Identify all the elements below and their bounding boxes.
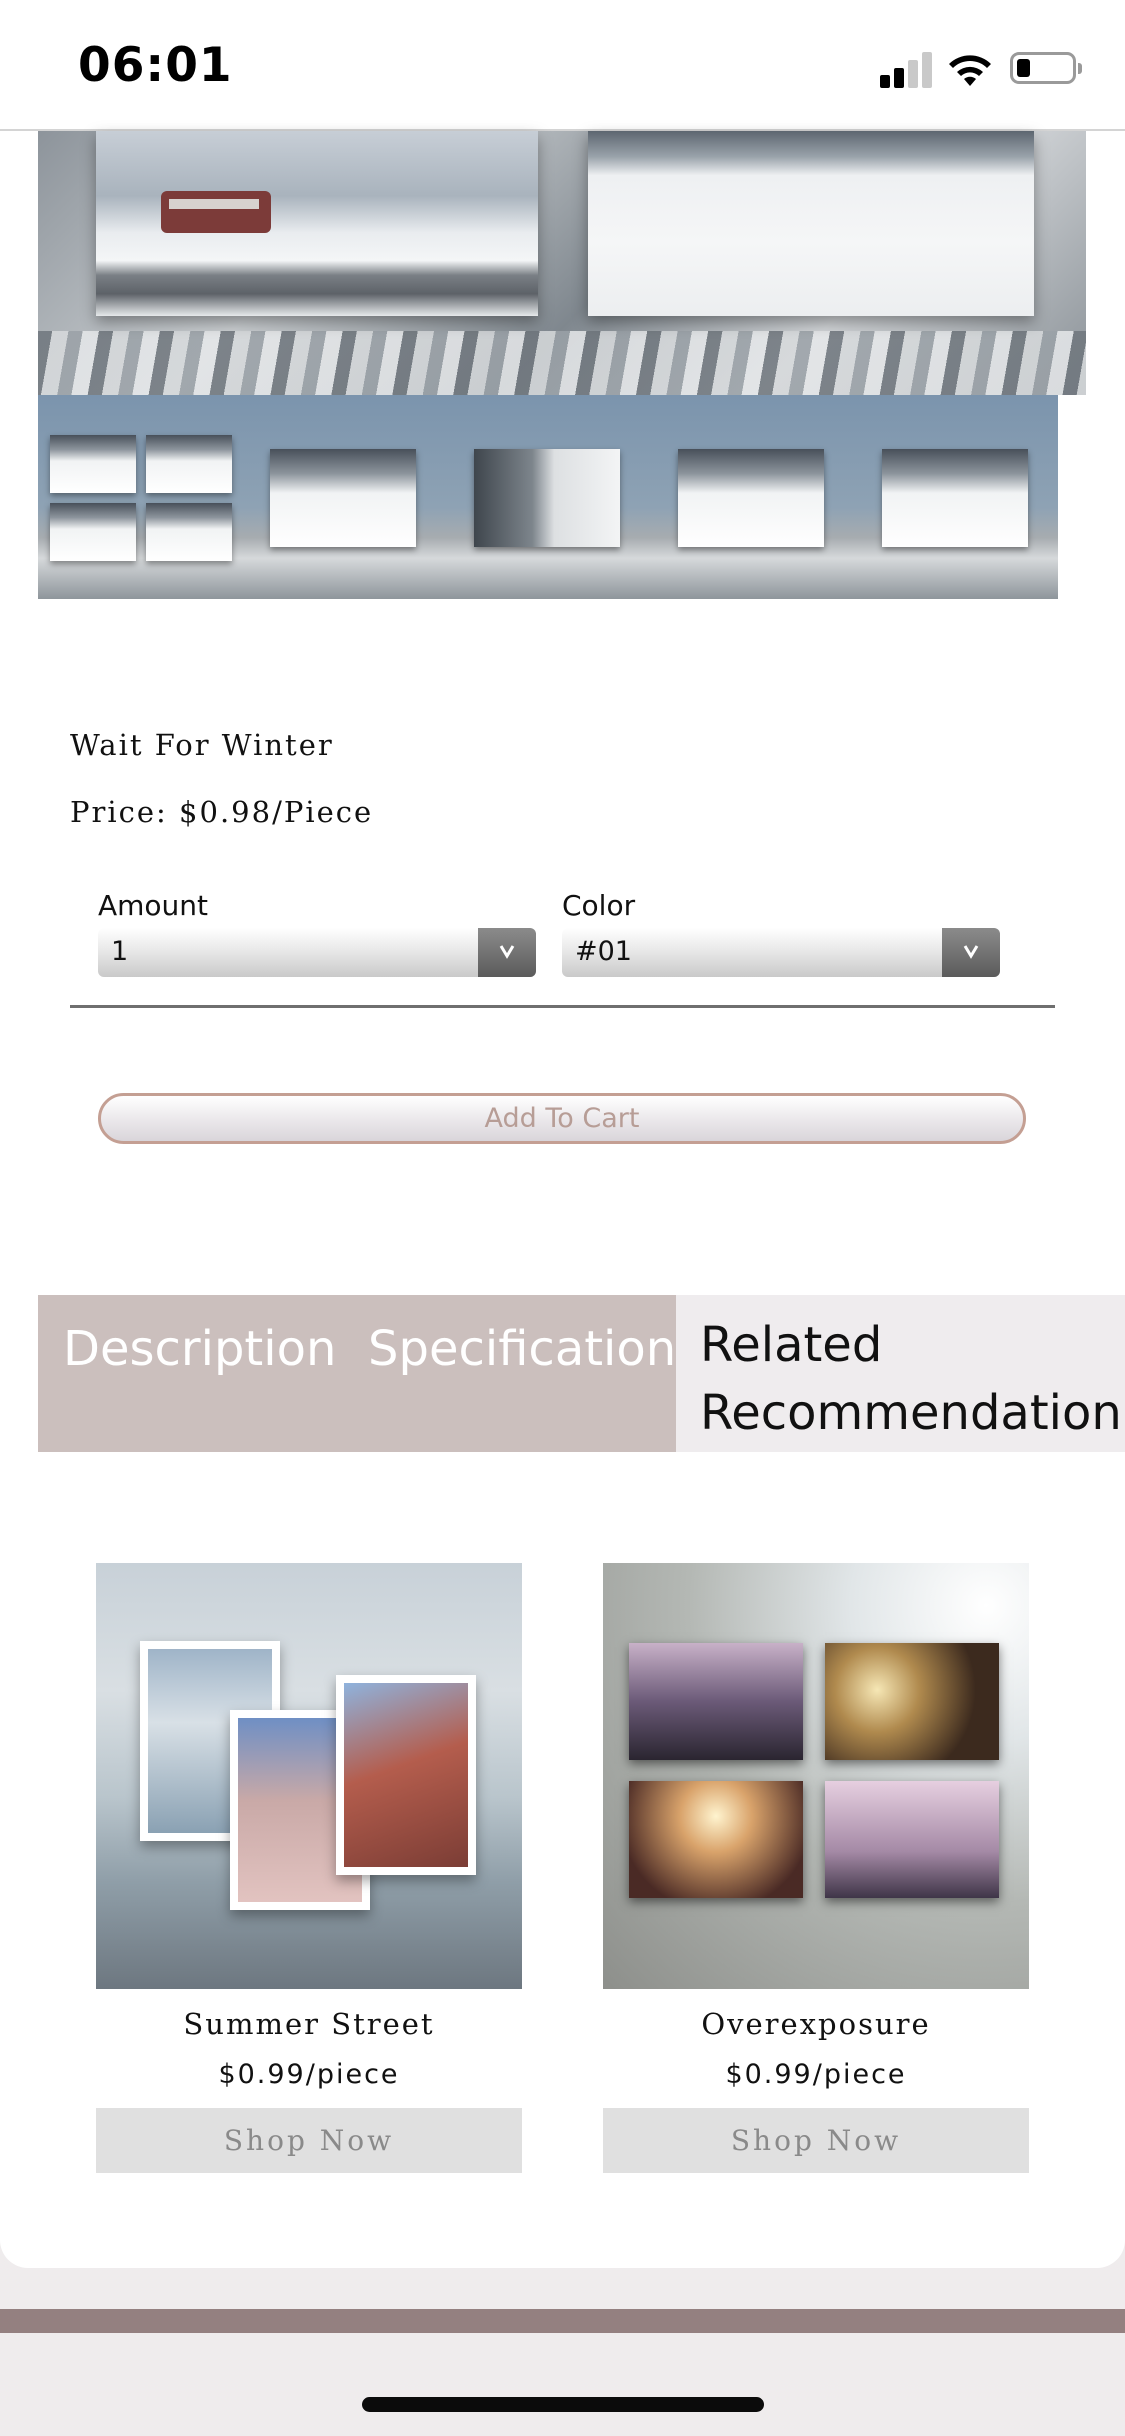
hero-photo-snowfield [588, 131, 1034, 316]
amount-value: 1 [111, 936, 129, 967]
hero-photo-train [96, 131, 538, 316]
product-image[interactable] [603, 1563, 1029, 1989]
product-name: Overexposure [701, 2007, 931, 2041]
thumbnail-3[interactable] [446, 395, 650, 599]
chevron-down-icon[interactable] [478, 928, 536, 977]
detail-tabs: Description Specification Related Recomm… [38, 1295, 1125, 1452]
thumbnail-5[interactable] [854, 395, 1058, 599]
amount-label: Amount [98, 889, 209, 922]
thumbnail-2[interactable] [242, 395, 446, 599]
status-bar: 06:01 [0, 0, 1125, 131]
tab-description[interactable]: Description [63, 1315, 336, 1383]
product-hero-image [38, 131, 1086, 395]
shop-now-button[interactable]: Shop Now [96, 2108, 522, 2173]
product-image[interactable] [96, 1563, 522, 1989]
shop-now-button[interactable]: Shop Now [603, 2108, 1029, 2173]
status-time: 06:01 [78, 38, 233, 93]
chevron-down-icon[interactable] [942, 928, 1000, 977]
battery-icon [1010, 52, 1082, 84]
divider [70, 1005, 1055, 1008]
product-price: $0.99/piece [725, 2059, 907, 2090]
product-price: $0.99/piece [218, 2059, 400, 2090]
product-page: 06:01 Wait For Winter Price: $0.98/Piece… [0, 0, 1125, 2268]
related-product-card: Summer Street $0.99/piece Shop Now [96, 1563, 522, 2173]
wifi-icon [949, 55, 991, 86]
product-name: Summer Street [183, 2007, 435, 2041]
product-price: Price: $0.98/Piece [70, 795, 374, 829]
color-select[interactable]: #01 [562, 928, 1000, 977]
footer-bar [0, 2309, 1125, 2333]
color-value: #01 [575, 936, 632, 967]
thumbnail-4[interactable] [650, 395, 854, 599]
add-to-cart-button[interactable]: Add To Cart [98, 1093, 1026, 1144]
amount-select[interactable]: 1 [98, 928, 536, 977]
thumbnail-strip [38, 395, 1058, 599]
cellular-signal-icon [880, 50, 932, 88]
home-indicator[interactable] [362, 2397, 764, 2412]
thumbnail-1[interactable] [38, 395, 242, 599]
color-label: Color [562, 889, 636, 922]
related-product-card: Overexposure $0.99/piece Shop Now [603, 1563, 1029, 2173]
tab-specification[interactable]: Specification [368, 1315, 676, 1383]
tab-related-recommendation[interactable]: Related Recommendation [700, 1311, 1125, 1447]
product-title: Wait For Winter [70, 728, 334, 762]
